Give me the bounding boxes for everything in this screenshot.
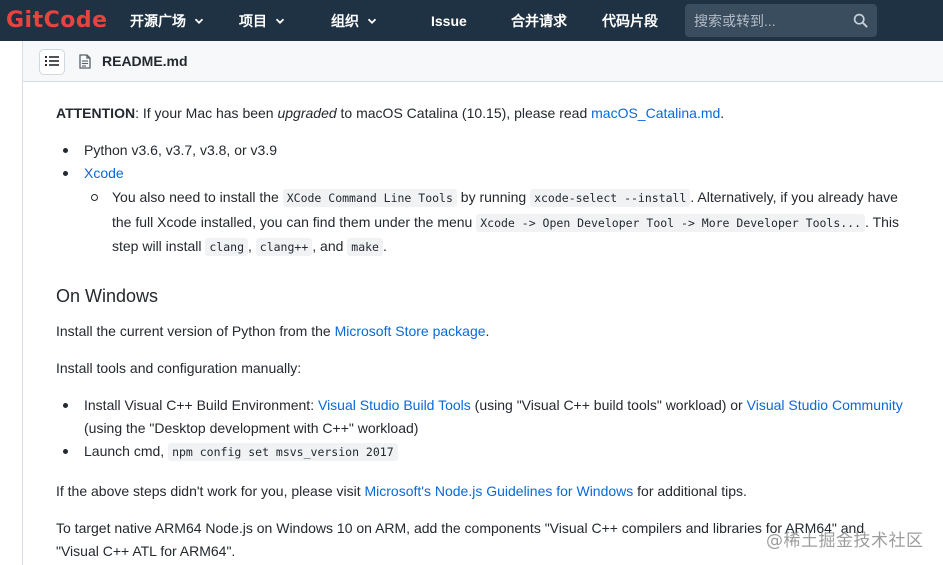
install-python-paragraph: Install the current version of Python fr… — [56, 320, 906, 343]
vs-build-tools-link[interactable]: Visual Studio Build Tools — [318, 397, 471, 413]
nav-item-label: 开源广场 — [130, 12, 186, 29]
text: to macOS Catalina (10.15), please read — [336, 105, 592, 121]
mac-requirements-list: Python v3.6, v3.7, v3.8, or v3.9 Xcode Y… — [56, 139, 906, 260]
logo-text: GitCode — [6, 8, 108, 33]
nav-item-merge-requests[interactable]: 合并请求 — [511, 0, 567, 41]
nav-item-label: Issue — [431, 12, 467, 29]
inline-code: clang++ — [255, 238, 313, 256]
inline-code: Xcode -> Open Developer Tool -> More Dev… — [476, 213, 866, 232]
chevron-down-icon — [275, 16, 285, 26]
text: : If your Mac has been — [135, 105, 278, 121]
attention-paragraph: ATTENTION: If your Mac has been upgraded… — [56, 102, 906, 125]
list-item: Install Visual C++ Build Environment: Vi… — [63, 394, 906, 440]
top-navbar: GitCode 开源广场 项目 组织 Issue 合并请求 代码片段 — [0, 0, 943, 41]
file-viewer: README.md ATTENTION: If your Mac has bee… — [22, 41, 943, 565]
emphasis-text: upgraded — [277, 105, 337, 121]
text: , — [248, 238, 256, 254]
text: Python v3.6, v3.7, v3.8, or v3.9 — [84, 142, 277, 158]
gitcode-logo[interactable]: GitCode — [6, 6, 108, 35]
tips-paragraph: If the above steps didn't work for you, … — [56, 480, 906, 503]
arm64-paragraph: To target native ARM64 Node.js on Window… — [56, 519, 865, 559]
on-windows-heading: On Windows — [56, 285, 159, 306]
nav-item-label: 合并请求 — [511, 12, 567, 29]
text: , and — [312, 238, 348, 254]
text: for additional tips. — [633, 482, 747, 499]
text: . — [485, 322, 490, 339]
windows-steps-list: Install Visual C++ Build Environment: Vi… — [56, 394, 906, 464]
text: by running — [456, 189, 531, 205]
vs-community-link[interactable]: Visual Studio Community — [747, 397, 903, 413]
text: You also need to install the — [112, 189, 283, 205]
chevron-down-icon — [194, 16, 204, 26]
readme-content: ATTENTION: If your Mac has been upgraded… — [56, 100, 906, 563]
microsoft-store-link[interactable]: Microsoft Store package — [335, 323, 486, 339]
nodejs-guidelines-link[interactable]: Microsoft's Node.js Guidelines for Windo… — [365, 483, 634, 499]
nav-item-projects[interactable]: 项目 — [239, 0, 285, 41]
inline-code: xcode-select --install — [530, 189, 691, 207]
list-item: Xcode You also need to install the XCode… — [63, 162, 906, 260]
text: . — [720, 105, 725, 121]
nav-item-open-source-square[interactable]: 开源广场 — [130, 0, 204, 41]
nav-item-organizations[interactable]: 组织 — [331, 0, 377, 41]
install-tools-paragraph: Install tools and configuration manually… — [56, 359, 302, 376]
search-icon[interactable] — [853, 13, 868, 28]
text: Install Visual C++ Build Environment: — [84, 396, 318, 413]
inline-code: npm config set msvs_version 2017 — [168, 442, 398, 461]
text: (using "Visual C++ build tools" workload… — [470, 396, 747, 413]
text: Install the current version of Python fr… — [56, 322, 335, 339]
nav-item-issue[interactable]: Issue — [431, 0, 467, 41]
file-icon — [79, 54, 91, 69]
text: If the above steps didn't work for you, … — [56, 482, 365, 499]
attention-label: ATTENTION — [56, 105, 136, 121]
inline-code: make — [347, 238, 383, 256]
search-input[interactable] — [685, 4, 845, 37]
nav-item-label: 项目 — [239, 12, 267, 29]
file-header: README.md — [23, 41, 943, 82]
chevron-down-icon — [367, 16, 377, 26]
list-icon — [45, 54, 59, 70]
xcode-link[interactable]: Xcode — [84, 165, 124, 181]
file-name: README.md — [102, 53, 188, 69]
list-item: Python v3.6, v3.7, v3.8, or v3.9 — [63, 139, 906, 162]
nav-item-label: 代码片段 — [602, 12, 658, 29]
text: (using the "Desktop development with C++… — [84, 419, 419, 436]
macos-catalina-link[interactable]: macOS_Catalina.md — [591, 105, 720, 121]
toc-button[interactable] — [39, 49, 65, 75]
text: . — [382, 238, 387, 254]
search-box — [685, 4, 877, 37]
nav-item-label: 组织 — [331, 12, 359, 29]
list-item: You also need to install the XCode Comma… — [91, 186, 906, 260]
inline-code: XCode Command Line Tools — [282, 189, 457, 207]
list-item: Launch cmd, npm config set msvs_version … — [63, 440, 906, 464]
watermark-text: @稀土掘金技术社区 — [766, 531, 924, 551]
xcode-sublist: You also need to install the XCode Comma… — [84, 186, 906, 260]
text: Launch cmd, — [84, 442, 169, 459]
nav-item-snippets[interactable]: 代码片段 — [602, 0, 658, 41]
inline-code: clang — [205, 238, 248, 256]
